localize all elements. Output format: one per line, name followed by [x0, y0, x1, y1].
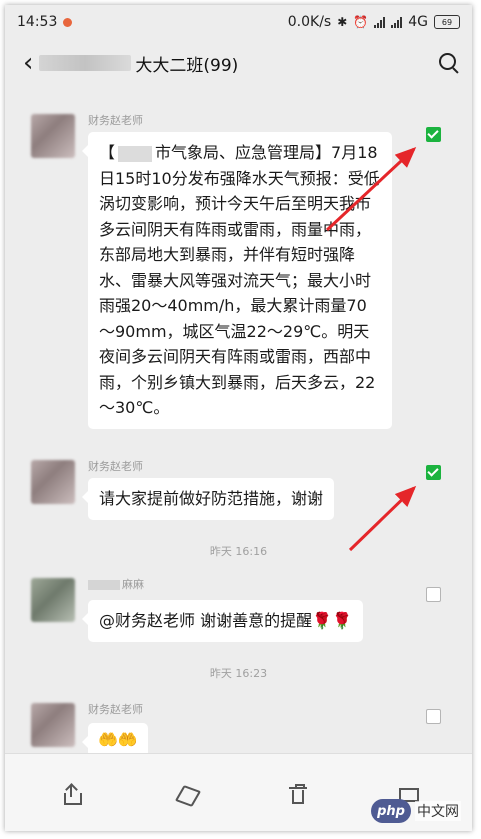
- select-checkbox[interactable]: [426, 587, 441, 602]
- select-checkbox[interactable]: [426, 465, 441, 480]
- message-bubble[interactable]: 【市气象局、应急管理局】7月18日15时10分发布强降水天气预报：受低涡切变影响…: [82, 132, 392, 429]
- timestamp: 昨天 16:23: [209, 667, 268, 680]
- network-type: 4G: [408, 14, 428, 30]
- message-bubble[interactable]: 🤲🤲: [82, 723, 148, 757]
- watermark-logo: php: [371, 799, 411, 823]
- chat-title-wrap: 大大二班(99): [39, 51, 438, 76]
- timestamp: 昨天 16:16: [209, 545, 268, 558]
- battery-level: 69: [441, 17, 453, 27]
- signal-icon-2: [391, 16, 403, 28]
- status-time: 14:53: [17, 14, 58, 30]
- message-bubble[interactable]: 请大家提前做好防范措施，谢谢: [81, 478, 335, 520]
- annotation-arrow-2: [348, 485, 417, 552]
- avatar[interactable]: [31, 114, 75, 158]
- search-icon[interactable]: [438, 52, 460, 74]
- bluetooth-icon: ✱: [337, 15, 348, 29]
- message-text-start: 【: [99, 143, 116, 162]
- status-bar: 14:53 0.0K/s ✱ ⏰ 4G 69: [5, 5, 472, 39]
- forward-share-icon[interactable]: [62, 783, 84, 806]
- back-arrow-icon[interactable]: ‹: [23, 50, 33, 76]
- select-checkbox[interactable]: [426, 709, 441, 724]
- battery-icon: 69: [434, 15, 460, 29]
- sender-name: 麻麻: [88, 576, 144, 592]
- sender-name: 财务赵老师: [88, 460, 143, 473]
- chat-header: ‹ 大大二班(99): [5, 39, 472, 87]
- favorite-box-icon[interactable]: [174, 784, 202, 807]
- avatar[interactable]: [31, 578, 75, 622]
- watermark: php 中文网: [371, 799, 461, 823]
- phone-screen: 14:53 0.0K/s ✱ ⏰ 4G 69 ‹ 大大二班(99) 财务赵老师 …: [5, 5, 472, 831]
- alarm-icon: ⏰: [353, 15, 369, 29]
- sender-name: 财务赵老师: [88, 703, 143, 716]
- redacted-text: [118, 145, 153, 162]
- avatar[interactable]: [31, 460, 75, 504]
- notification-dot-icon: [63, 17, 73, 27]
- chat-title: 大大二班(99): [135, 55, 239, 76]
- message-text: 市气象局、应急管理局】7月18日15时10分发布强降水天气预报：受低涡切变影响，…: [99, 143, 380, 417]
- message-text: @财务赵老师 谢谢善意的提醒🌹🌹: [99, 611, 352, 630]
- message-text: 请大家提前做好防范措施，谢谢: [99, 489, 324, 508]
- message-bubble[interactable]: @财务赵老师 谢谢善意的提醒🌹🌹: [82, 600, 363, 642]
- sender-name: 财务赵老师: [88, 114, 143, 127]
- message-text: 🤲🤲: [98, 730, 138, 749]
- avatar[interactable]: [31, 703, 75, 747]
- blurred-group-name: [39, 55, 132, 71]
- network-speed: 0.0K/s: [287, 14, 332, 30]
- signal-icon: [374, 16, 386, 28]
- watermark-text: 中文网: [415, 801, 461, 821]
- delete-trash-icon[interactable]: [288, 784, 310, 806]
- select-checkbox[interactable]: [426, 127, 441, 142]
